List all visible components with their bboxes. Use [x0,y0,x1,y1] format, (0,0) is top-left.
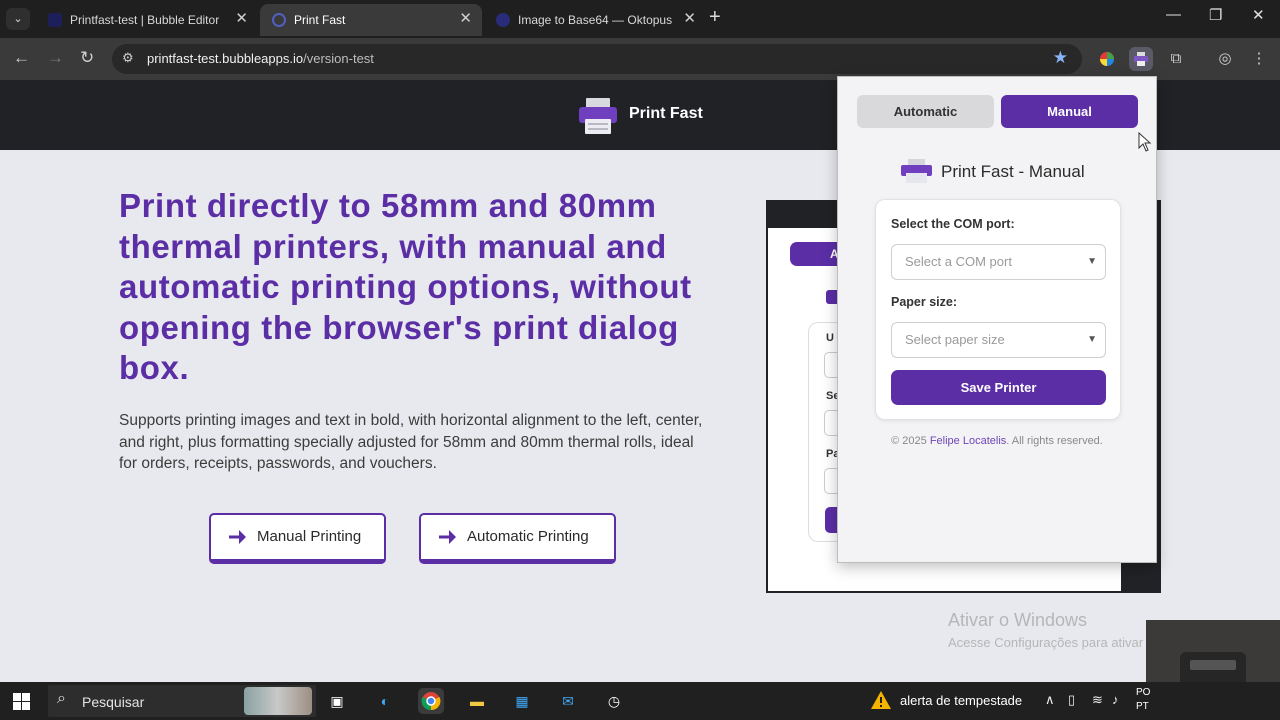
close-tab-icon[interactable]: ✕ [459,4,472,34]
search-icon: ⌕ [57,690,66,707]
paper-size-label: Paper size: [891,295,958,309]
mouse-cursor-icon [1138,132,1152,152]
chrome-menu-icon[interactable]: ⋮ [1247,47,1271,71]
button-label: Automatic Printing [467,528,589,545]
taskbar-search[interactable]: ⌕ Pesquisar [48,685,316,717]
automatic-printing-button[interactable]: Automatic Printing [419,513,616,564]
color-extension-icon[interactable] [1095,47,1119,71]
save-printer-button[interactable]: Save Printer [891,370,1106,405]
arrow-right-icon [229,530,246,544]
system-clock[interactable]: PO PT [1136,686,1150,714]
oktopus-favicon-icon [496,13,510,27]
browser-tab-strip: ⌄ Printfast-test | Bubble Editor ✕ Print… [0,0,1280,38]
preview-label: U [826,332,834,344]
tab-search-button[interactable]: ⌄ [6,8,30,30]
profile-icon[interactable]: ◎ [1213,47,1237,71]
device-icon[interactable]: ▯ [1068,692,1075,708]
chevron-down-icon: ▼ [1087,256,1097,267]
printer-icon [901,159,932,183]
paper-size-select[interactable]: Select paper size ▼ [891,322,1106,358]
url-text[interactable]: printfast-test.bubbleapps.io/version-tes… [147,51,374,66]
brand-name: Print Fast [629,105,703,122]
outlook-icon[interactable]: ✉ [555,688,581,714]
tab-image-to-base64[interactable]: Image to Base64 — Oktopus To ✕ [484,4,706,36]
recorder-app-icon[interactable]: ◷ [601,688,627,714]
store-icon[interactable]: ▦ [509,688,535,714]
new-tab-icon[interactable]: + [709,6,721,29]
manual-printing-button[interactable]: Manual Printing [209,513,386,564]
reload-icon[interactable]: ↻ [80,48,94,68]
address-bar[interactable]: ⚙ printfast-test.bubbleapps.io/version-t… [112,44,1082,74]
file-explorer-icon[interactable]: ▬ [464,688,490,714]
close-window-icon[interactable]: ✕ [1252,6,1265,24]
back-icon[interactable]: ← [13,48,30,68]
site-settings-icon[interactable]: ⚙ [122,50,134,66]
chrome-taskbar-icon[interactable] [418,688,444,714]
tab-title: Printfast-test | Bubble Editor [70,13,220,27]
extension-popup: Automatic Manual Print Fast - Manual Sel… [837,76,1157,563]
com-port-select[interactable]: Select a COM port ▼ [891,244,1106,280]
forward-icon[interactable]: → [47,48,64,68]
button-label: Manual Printing [257,528,362,545]
minimize-icon[interactable]: — [1166,6,1181,23]
print-fast-favicon-icon [272,13,286,27]
popup-footer: © 2025 Felipe Locatelis. All rights rese… [891,435,1103,447]
chevron-down-icon: ▼ [1087,334,1097,345]
warning-icon [871,691,891,709]
task-view-icon[interactable]: ▣ [324,688,350,714]
print-fast-extension-icon[interactable] [1129,47,1153,71]
hero-description: Supports printing images and text in bol… [119,412,703,472]
tab-bubble-editor[interactable]: Printfast-test | Bubble Editor ✕ [36,4,258,36]
browser-toolbar: ← → ↻ ⚙ printfast-test.bubbleapps.io/ver… [0,38,1280,80]
tab-title: Image to Base64 — Oktopus To [518,13,672,27]
wifi-icon[interactable]: ≋ [1092,692,1103,708]
com-port-label: Select the COM port: [891,217,1015,231]
printer-logo-icon [579,98,617,134]
bubble-favicon-icon [48,13,62,27]
popup-title-text: Print Fast - Manual [941,162,1085,181]
tab-manual[interactable]: Manual [1001,95,1138,128]
printer-settings-form: Select the COM port: Select a COM port ▼… [875,199,1121,420]
hero-title: Print directly to 58mm and 80mm thermal … [119,187,692,387]
arrow-right-icon [439,530,456,544]
tab-automatic[interactable]: Automatic [857,95,994,128]
close-tab-icon[interactable]: ✕ [235,4,248,34]
chevron-up-icon[interactable]: ∧ [1045,692,1055,708]
restore-icon[interactable]: ❐ [1209,6,1222,24]
edge-icon[interactable]: ◐ [372,688,398,714]
author-link[interactable]: Felipe Locatelis [930,435,1006,447]
close-tab-icon[interactable]: ✕ [683,4,696,34]
tab-title: Print Fast [294,13,346,27]
windows-start-icon[interactable] [13,693,30,710]
windows-activation-watermark: Ativar o Windows Acesse Configurações pa… [948,610,1144,650]
bookmark-star-icon[interactable]: ★ [1053,48,1068,68]
windows-taskbar: ⌕ Pesquisar ▣ ◐ ▬ ▦ ✉ ◷ alerta de tempes… [0,682,1280,720]
volume-icon[interactable]: ♪ [1112,692,1119,707]
search-highlight-image [244,687,312,715]
tab-print-fast[interactable]: Print Fast ✕ [260,4,482,36]
extensions-puzzle-icon[interactable]: ⧉ [1164,47,1188,71]
